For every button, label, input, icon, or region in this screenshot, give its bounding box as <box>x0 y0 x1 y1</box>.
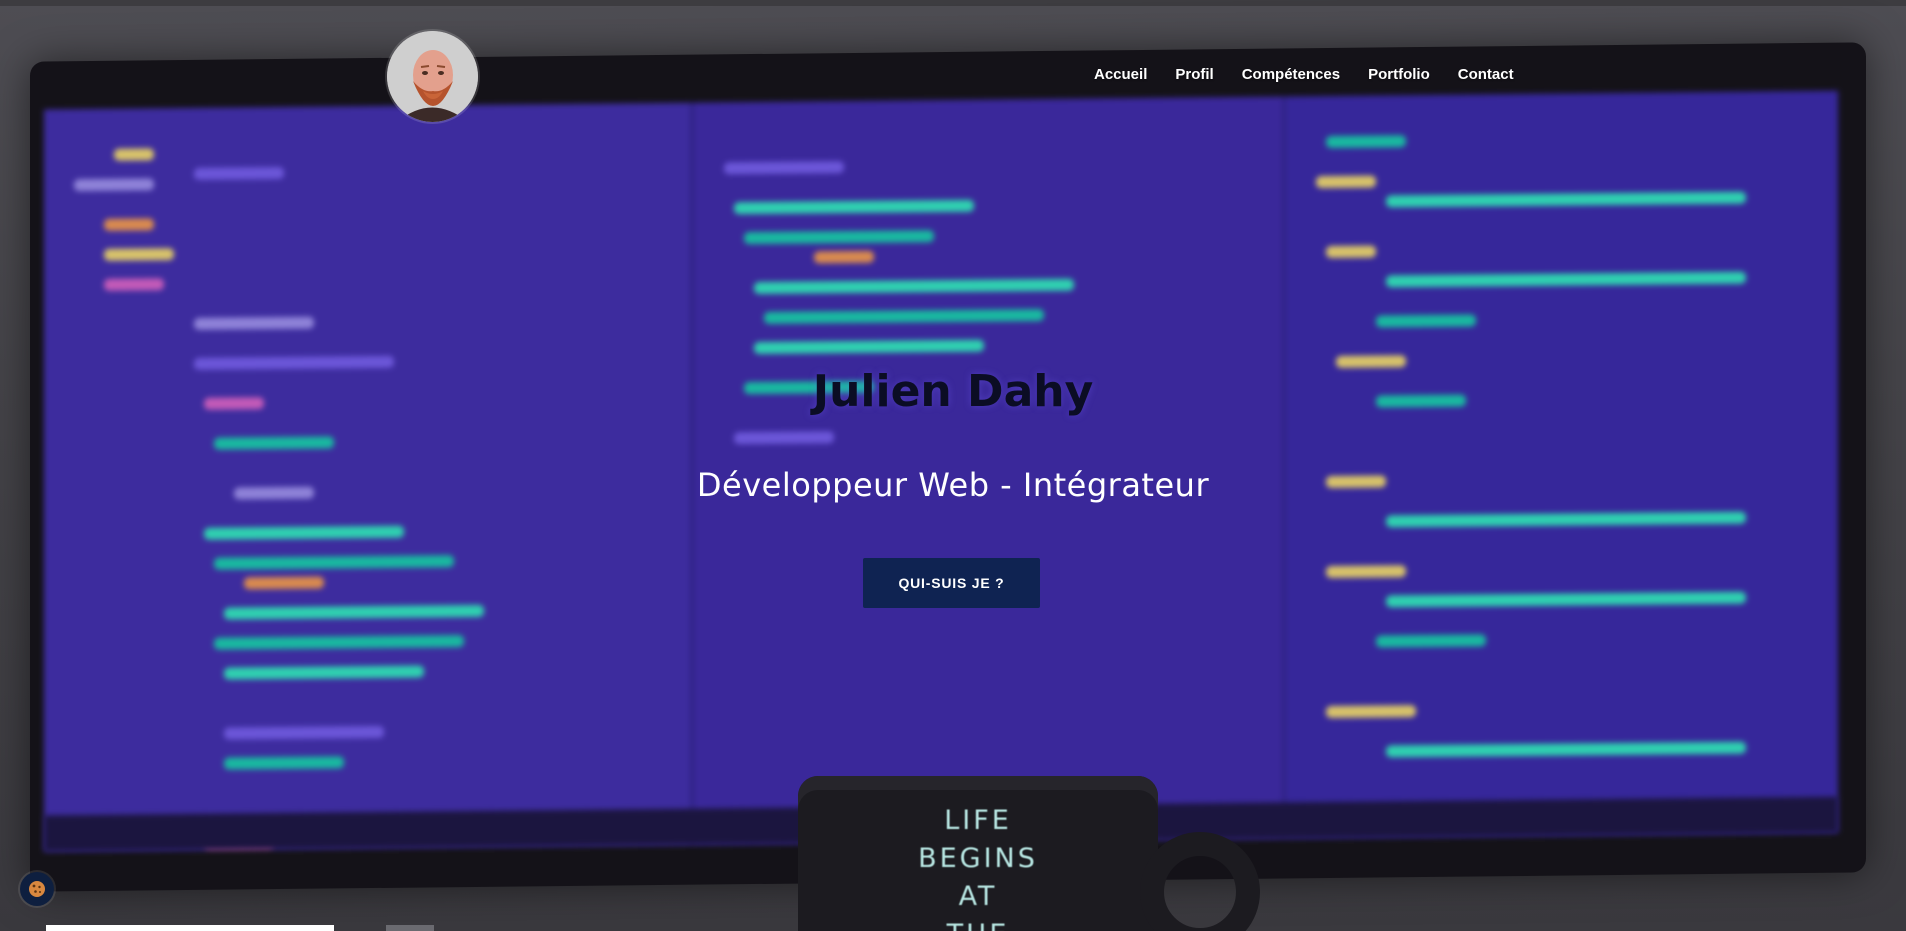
mug-text: LIFE BEGINS AT THE <box>918 805 1038 931</box>
bottom-grey-strip <box>386 925 434 931</box>
hero-title: Julien Dahy <box>812 366 1094 417</box>
nav-link-profil[interactable]: Profil <box>1175 66 1213 83</box>
nav-link-portfolio[interactable]: Portfolio <box>1368 66 1430 83</box>
cookie-consent-button[interactable] <box>20 872 54 906</box>
nav-link-contact[interactable]: Contact <box>1458 66 1514 83</box>
about-me-button[interactable]: QUI-SUIS JE ? <box>863 558 1040 608</box>
bottom-white-strip <box>46 925 334 931</box>
avatar[interactable] <box>387 31 478 122</box>
nav-link-competences[interactable]: Compétences <box>1242 66 1340 83</box>
main-nav: Accueil Profil Compétences Portfolio Con… <box>1094 66 1514 83</box>
hero-subtitle: Développeur Web - Intégrateur <box>696 466 1210 504</box>
mug-image: LIFE BEGINS AT THE <box>798 776 1158 931</box>
avatar-illustration <box>387 31 478 122</box>
nav-link-accueil[interactable]: Accueil <box>1094 66 1147 83</box>
cookie-icon <box>29 881 45 897</box>
top-strip <box>0 0 1906 6</box>
